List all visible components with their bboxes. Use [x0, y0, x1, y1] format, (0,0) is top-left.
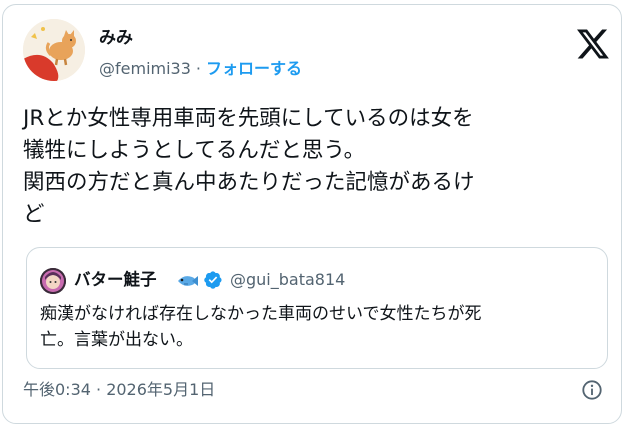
quoted-post[interactable]: バター鮭子 @gui_bata814 痴漢がなければ存在しなかった車両のせいで女… [26, 247, 608, 369]
quoted-author-handle[interactable]: @gui_bata814 [230, 269, 345, 291]
fish-icon [175, 272, 199, 290]
quoted-author-avatar[interactable] [40, 268, 66, 294]
quoted-post-text-line: 痴漢がなければ存在しなかった車両のせいで女性たちが死 [40, 304, 482, 324]
post-text-line: ど [23, 202, 45, 227]
x-logo-icon[interactable] [577, 29, 609, 59]
post-text-line: JRとか女性専用車両を先頭にしているのは女を [23, 106, 474, 131]
post-timestamp[interactable]: 午後0:34 · 2026年5月1日 [23, 379, 215, 401]
author-separator: · [195, 59, 201, 78]
post-text-line: 犠牲にしようとしてるんだと思う。 [23, 138, 366, 163]
quoted-post-text-line: 亡。言葉が出ない。 [40, 330, 193, 350]
author-name[interactable]: みみ [99, 27, 133, 49]
author-meta: @femimi33 · フォローする [99, 58, 302, 80]
verified-badge-icon [203, 270, 223, 290]
quoted-author-name[interactable]: バター鮭子 [74, 269, 157, 291]
info-icon[interactable] [581, 379, 603, 401]
embedded-post-card: みみ @femimi33 · フォローする JRとか女性専用車両を先頭にしているのは… [2, 4, 622, 424]
follow-button[interactable]: フォローする [206, 59, 302, 78]
author-avatar[interactable] [23, 19, 85, 81]
quoted-post-text: 痴漢がなければ存在しなかった車両のせいで女性たちが死 亡。言葉が出ない。 [40, 301, 600, 353]
post-text-line: 関西の方だと真ん中あたりだった記憶があるけ [23, 170, 475, 195]
post-text: JRとか女性専用車両を先頭にしているのは女を 犠牲にしようとしてるんだと思う。 … [23, 103, 603, 231]
author-handle[interactable]: @femimi33 [99, 59, 191, 78]
